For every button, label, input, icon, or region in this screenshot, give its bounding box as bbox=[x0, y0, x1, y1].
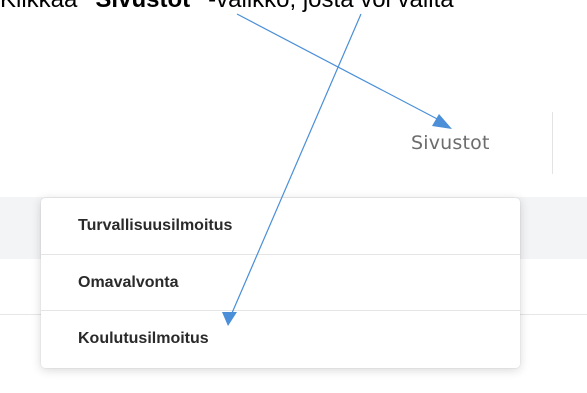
arrowhead-sivustot-icon bbox=[432, 114, 452, 129]
instruction-suffix: -valikko, josta voi valita bbox=[201, 0, 453, 13]
nav-sivustot-link[interactable]: Sivustot bbox=[411, 132, 490, 154]
instruction-quoted: "Sivustot" bbox=[84, 0, 201, 13]
instruction-text: Klikkaa "Sivustot" -valikko, josta voi v… bbox=[0, 0, 454, 14]
sivustot-dropdown-menu: Turvallisuusilmoitus Omavalvonta Koulutu… bbox=[41, 198, 520, 368]
instruction-prefix: Klikkaa bbox=[0, 0, 84, 13]
menu-item-omavalvonta[interactable]: Omavalvonta bbox=[41, 254, 520, 310]
menu-item-koulutusilmoitus[interactable]: Koulutusilmoitus bbox=[41, 310, 520, 366]
nav-divider bbox=[552, 112, 553, 174]
arrow-line-to-sivustot bbox=[236, 13, 444, 123]
menu-item-turvallisuusilmoitus[interactable]: Turvallisuusilmoitus bbox=[41, 198, 520, 254]
